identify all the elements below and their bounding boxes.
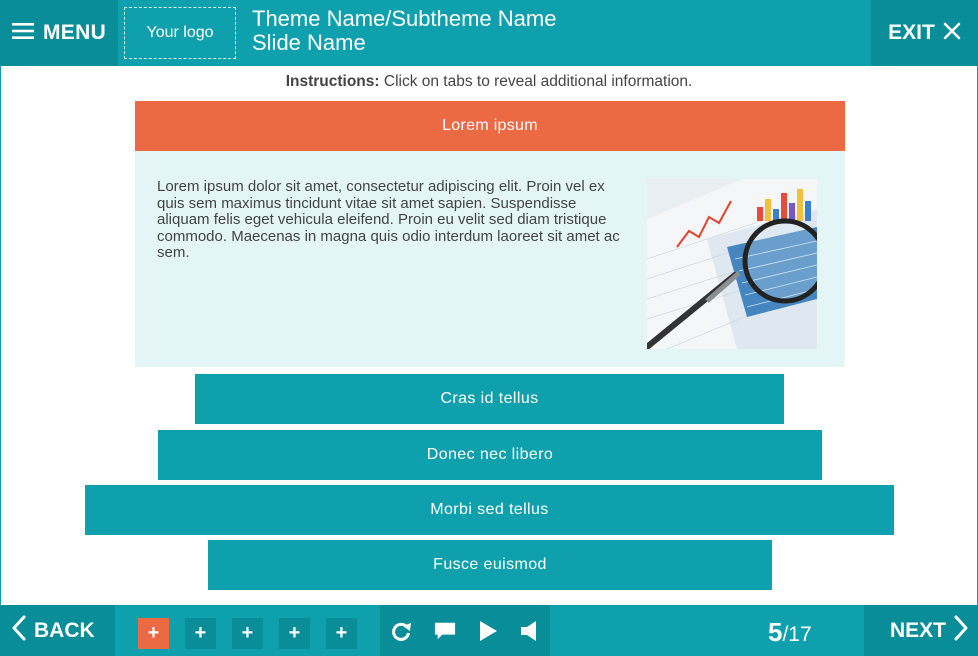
tab-fusce-euismod[interactable]: Fusce euismod [208, 540, 772, 590]
refresh-icon[interactable] [390, 620, 412, 642]
page-total: /17 [782, 623, 812, 646]
menu-label: MENU [43, 21, 107, 44]
back-label: BACK [34, 618, 95, 642]
slide-dot-5[interactable]: + [326, 618, 357, 649]
back-button[interactable]: BACK [0, 605, 115, 656]
instructions-text: Click on tabs to reveal additional infor… [379, 73, 693, 90]
slide-dots: + + + + + [138, 618, 373, 649]
header: MENU Your logo Theme Name/Subtheme Name … [0, 0, 978, 66]
hamburger-icon [12, 22, 34, 45]
tab-cras-id-tellus[interactable]: Cras id tellus [195, 374, 784, 424]
play-icon[interactable] [478, 620, 498, 642]
chevron-right-icon [954, 615, 968, 646]
tab-lorem-ipsum[interactable]: Lorem ipsum [135, 101, 845, 151]
instructions-prefix: Instructions: [285, 73, 380, 90]
logo: Your logo [124, 7, 236, 59]
theme-title: Theme Name/Subtheme Name [252, 6, 557, 31]
tab-donec-nec-libero[interactable]: Donec nec libero [158, 430, 822, 480]
slide-dot-3[interactable]: + [232, 618, 263, 649]
close-icon [943, 22, 961, 45]
chevron-left-icon [12, 615, 26, 646]
slide-dot-4[interactable]: + [279, 618, 310, 649]
tab-panel-text: Lorem ipsum dolor sit amet, consectetur … [157, 178, 620, 261]
next-button[interactable]: NEXT [864, 605, 978, 656]
menu-button[interactable]: MENU [0, 0, 118, 66]
speaker-icon[interactable] [520, 620, 540, 642]
tab-panel: Lorem ipsum dolor sit amet, consectetur … [135, 151, 845, 367]
slide-title: Slide Name [252, 30, 366, 55]
page-title: Theme Name/Subtheme Name Slide Name [252, 7, 556, 55]
slide-dot-1[interactable]: + [138, 618, 169, 649]
page-current: 5 [768, 617, 783, 647]
tab-morbi-sed-tellus[interactable]: Morbi sed tellus [85, 485, 894, 535]
page-counter: 5 /17 [768, 617, 812, 648]
footer: BACK + + + + + 5 /17 NEXT [0, 605, 978, 656]
next-label: NEXT [889, 618, 946, 642]
media-controls [380, 605, 550, 656]
finance-chart-image [647, 179, 817, 349]
exit-label: EXIT [888, 21, 935, 44]
exit-button[interactable]: EXIT [871, 0, 978, 66]
chat-icon[interactable] [434, 620, 456, 642]
slide-dot-2[interactable]: + [185, 618, 216, 649]
instructions: Instructions: Click on tabs to reveal ad… [0, 73, 978, 91]
